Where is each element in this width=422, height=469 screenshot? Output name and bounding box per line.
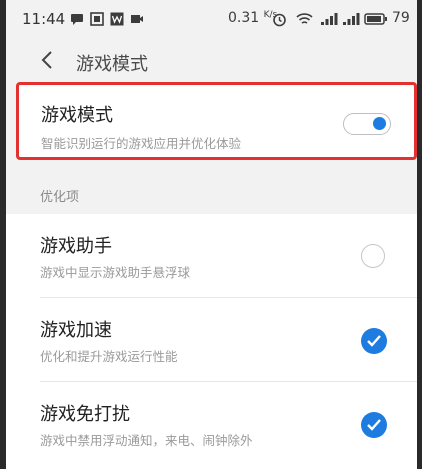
phone-screen: 11:44 0.31 K/s 79 游戏模式 游戏模式 智能识别运行的游戏应用并… [6,0,417,469]
wifi-icon [296,13,313,24]
video-icon [131,15,143,23]
option-game-do-not-disturb[interactable]: 游戏免打扰 游戏中禁用浮动通知，来电、闹钟除外 [6,382,417,466]
status-bar: 11:44 0.31 K/s 79 [6,0,417,38]
game-mode-setting[interactable]: 游戏模式 智能识别运行的游戏应用并优化体验 [16,82,417,160]
chevron-left-icon[interactable] [36,48,60,72]
checked-circle-icon[interactable] [361,412,387,438]
option-description: 游戏中显示游戏助手悬浮球 [40,265,191,280]
unchecked-circle-icon[interactable] [361,244,385,268]
option-description: 游戏中禁用浮动通知，来电、闹钟除外 [40,433,253,448]
option-game-assistant[interactable]: 游戏助手 游戏中显示游戏助手悬浮球 [6,214,417,298]
app-w-icon [110,12,124,26]
status-time: 11:44 [22,10,66,28]
signal-icon [321,13,338,25]
battery-level: 79 [392,10,410,26]
page-title: 游戏模式 [76,54,148,75]
signal-icon-2 [343,13,360,25]
network-speed-value: 0.31 [228,10,260,26]
option-label: 游戏助手 [40,236,112,257]
option-game-acceleration[interactable]: 游戏加速 优化和提升游戏运行性能 [6,298,417,382]
alarm-icon [273,13,286,27]
game-mode-label: 游戏模式 [41,105,113,126]
toggle-knob [373,117,386,130]
section-header: 优化项 [40,190,80,205]
network-speed: 0.31 K/s [228,10,277,26]
game-mode-toggle[interactable] [343,113,391,135]
checked-circle-icon[interactable] [361,328,387,354]
option-label: 游戏免打扰 [40,404,130,425]
game-mode-description: 智能识别运行的游戏应用并优化体验 [41,136,242,151]
app-header: 游戏模式 [6,40,417,82]
option-description: 优化和提升游戏运行性能 [40,349,178,364]
screenshot-icon [90,12,104,26]
option-label: 游戏加速 [40,320,112,341]
options-list: 游戏助手 游戏中显示游戏助手悬浮球 游戏加速 优化和提升游戏运行性能 游戏免打扰… [6,214,417,469]
chat-bubble-icon [71,14,83,25]
battery-icon [364,13,387,25]
